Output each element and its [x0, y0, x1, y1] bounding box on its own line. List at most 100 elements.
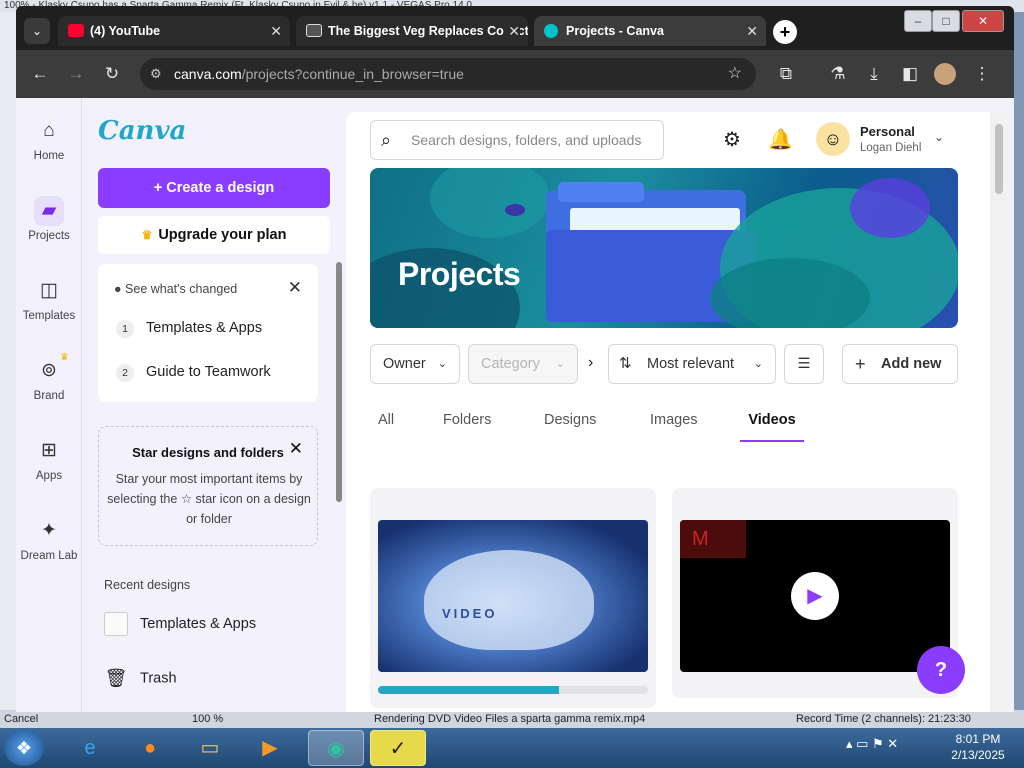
vegas-pro-icon[interactable]: ✓ — [370, 730, 426, 766]
browser-toolbar: ← → ↻ ⚙ canva.com/projects?continue_in_b… — [16, 50, 1014, 98]
tab-search-button[interactable]: ⌄ — [24, 18, 50, 44]
crown-icon: ♛ — [141, 228, 153, 242]
recent-design-item[interactable]: Templates & Apps — [104, 612, 256, 636]
settings-gear-icon[interactable]: ⚙ — [720, 128, 744, 152]
system-tray-icons[interactable]: ▴ ▭ ⚑ ✕ — [846, 736, 898, 752]
background-cancel-button[interactable]: Cancel — [4, 710, 38, 728]
site-info-icon[interactable]: ⚙ — [150, 58, 162, 90]
rail-item-templates[interactable]: ◫ Templates — [16, 276, 82, 322]
internet-explorer-icon[interactable]: e — [62, 730, 118, 766]
dvd-logo-shape — [424, 550, 594, 650]
background-zoom: 100 % — [192, 713, 224, 725]
video-thumbnail[interactable]: M ▶ — [680, 520, 950, 672]
tab-images[interactable]: Images — [650, 408, 698, 442]
rail-label: Dream Lab — [20, 550, 78, 562]
taskbar-clock[interactable]: 8:01 PM 2/13/2025 — [940, 731, 1016, 763]
category-filter[interactable]: Category ⌄ — [468, 344, 578, 384]
apps-icon: ⊞ — [41, 440, 57, 461]
new-tab-button[interactable]: + — [773, 20, 797, 44]
help-button[interactable]: ? — [917, 646, 965, 694]
notifications-bell-icon[interactable]: 🔔 — [768, 128, 793, 152]
browser-menu-icon[interactable]: ⋮ — [970, 62, 994, 86]
profile-avatar[interactable] — [934, 63, 956, 85]
tab-designs[interactable]: Designs — [544, 408, 596, 442]
whats-changed-heading: ● See what's changed — [114, 282, 237, 296]
banner-illustration — [370, 168, 958, 328]
background-record-time: Record Time (2 channels): 21:23:30 — [796, 713, 971, 725]
minimize-button[interactable]: – — [904, 10, 932, 32]
dream-lab-icon: ✦ — [41, 520, 57, 541]
sort-dropdown[interactable]: ⇅ Most relevant ⌄ — [608, 344, 776, 384]
rail-label: Projects — [28, 230, 70, 242]
main-scrollbar[interactable] — [990, 112, 1008, 712]
changes-item-templates[interactable]: 1 Templates & Apps — [116, 320, 262, 338]
design-thumbnail — [104, 612, 128, 636]
rail-item-dream-lab[interactable]: ✦ Dream Lab — [16, 516, 82, 562]
rail-item-home[interactable]: ⌂ Home — [16, 116, 82, 162]
account-name[interactable]: Personal — [860, 124, 915, 139]
labs-flask-icon[interactable]: ⚗ — [826, 62, 850, 86]
star-card-title: Star designs and folders — [132, 445, 284, 460]
sort-label: Most relevant — [647, 356, 735, 372]
close-icon[interactable]: ✕ — [270, 16, 282, 46]
firefox-icon[interactable]: ● — [122, 730, 178, 766]
reload-icon[interactable]: ↻ — [100, 62, 124, 86]
address-bar[interactable]: ⚙ canva.com/projects?continue_in_browser… — [140, 58, 756, 90]
media-player-icon[interactable]: ▶ — [242, 730, 298, 766]
owner-filter[interactable]: Owner ⌄ — [370, 344, 460, 384]
tab-canva-projects[interactable]: Projects - Canva ✕ — [534, 16, 766, 46]
close-icon[interactable]: ✕ — [746, 16, 758, 46]
scrollbar-thumb[interactable] — [995, 124, 1003, 194]
close-icon[interactable]: ✕ — [289, 439, 303, 459]
video-card[interactable]: M ▶ — [672, 488, 958, 698]
upgrade-plan-button[interactable]: ♛ Upgrade your plan — [98, 216, 330, 254]
browser-taskbar-icon[interactable]: ◉ — [308, 730, 364, 766]
search-input[interactable]: ⌕ Search designs, folders, and uploads — [370, 120, 664, 160]
download-icon[interactable]: ⤓ — [862, 62, 886, 86]
video-thumbnail[interactable]: VIDEO — [378, 520, 648, 672]
account-avatar[interactable]: ☺ — [816, 122, 850, 156]
chevron-right-icon[interactable]: › — [588, 354, 593, 372]
tab-all[interactable]: All — [378, 408, 394, 442]
bookmark-star-icon[interactable]: ☆ — [728, 58, 742, 90]
list-view-button[interactable]: ☰ — [784, 344, 824, 384]
rail-item-apps[interactable]: ⊞ Apps — [16, 436, 82, 482]
add-new-button[interactable]: + Add new — [842, 344, 958, 384]
start-button[interactable]: ❖ — [4, 730, 44, 766]
item-label: Trash — [140, 670, 177, 687]
changes-item-teamwork[interactable]: 2 Guide to Teamwork — [116, 364, 271, 382]
maximize-button[interactable]: □ — [932, 10, 960, 32]
tab-videos[interactable]: Videos — [740, 408, 804, 442]
video-card[interactable]: VIDEO — [370, 488, 656, 708]
search-placeholder: Search designs, folders, and uploads — [411, 132, 642, 148]
canva-logo[interactable]: Canva — [98, 116, 186, 146]
tab-veg-replaces[interactable]: The Biggest Veg Replaces Collection ✕ — [296, 16, 528, 46]
back-icon[interactable]: ← — [28, 62, 52, 86]
forward-icon[interactable]: → — [64, 62, 88, 86]
side-panel-icon[interactable]: ◧ — [898, 62, 922, 86]
trash-link[interactable]: 🗑 Trash — [104, 668, 177, 689]
close-window-button[interactable]: ✕ — [962, 10, 1004, 32]
upgrade-label: Upgrade your plan — [158, 227, 287, 243]
close-icon[interactable]: ✕ — [504, 16, 520, 46]
file-explorer-icon[interactable]: ▭ — [182, 730, 238, 766]
rail-item-projects[interactable]: ▰ Projects — [16, 196, 82, 242]
extensions-icon[interactable]: ⧉ — [774, 62, 798, 86]
chevron-down-icon[interactable]: ⌄ — [934, 130, 944, 144]
filter-label: Owner — [383, 356, 426, 372]
play-icon[interactable]: ▶ — [791, 572, 839, 620]
plus-icon: + — [855, 354, 866, 374]
create-design-button[interactable]: + Create a design — [98, 168, 330, 208]
tab-folders[interactable]: Folders — [443, 408, 491, 442]
rail-label: Brand — [33, 390, 65, 402]
clock-date: 2/13/2025 — [951, 748, 1005, 762]
youtube-icon — [68, 24, 84, 37]
clock-time: 8:01 PM — [955, 732, 1001, 746]
rail-item-brand[interactable]: ♛ ⊚ Brand — [16, 352, 82, 402]
banner-title: Projects — [398, 256, 521, 292]
close-icon[interactable]: ✕ — [288, 278, 302, 298]
filter-label: Category — [481, 356, 540, 372]
panel-scrollbar[interactable] — [336, 262, 342, 502]
tab-youtube[interactable]: (4) YouTube ✕ — [58, 16, 290, 46]
account-user: Logan Diehl — [860, 142, 922, 154]
